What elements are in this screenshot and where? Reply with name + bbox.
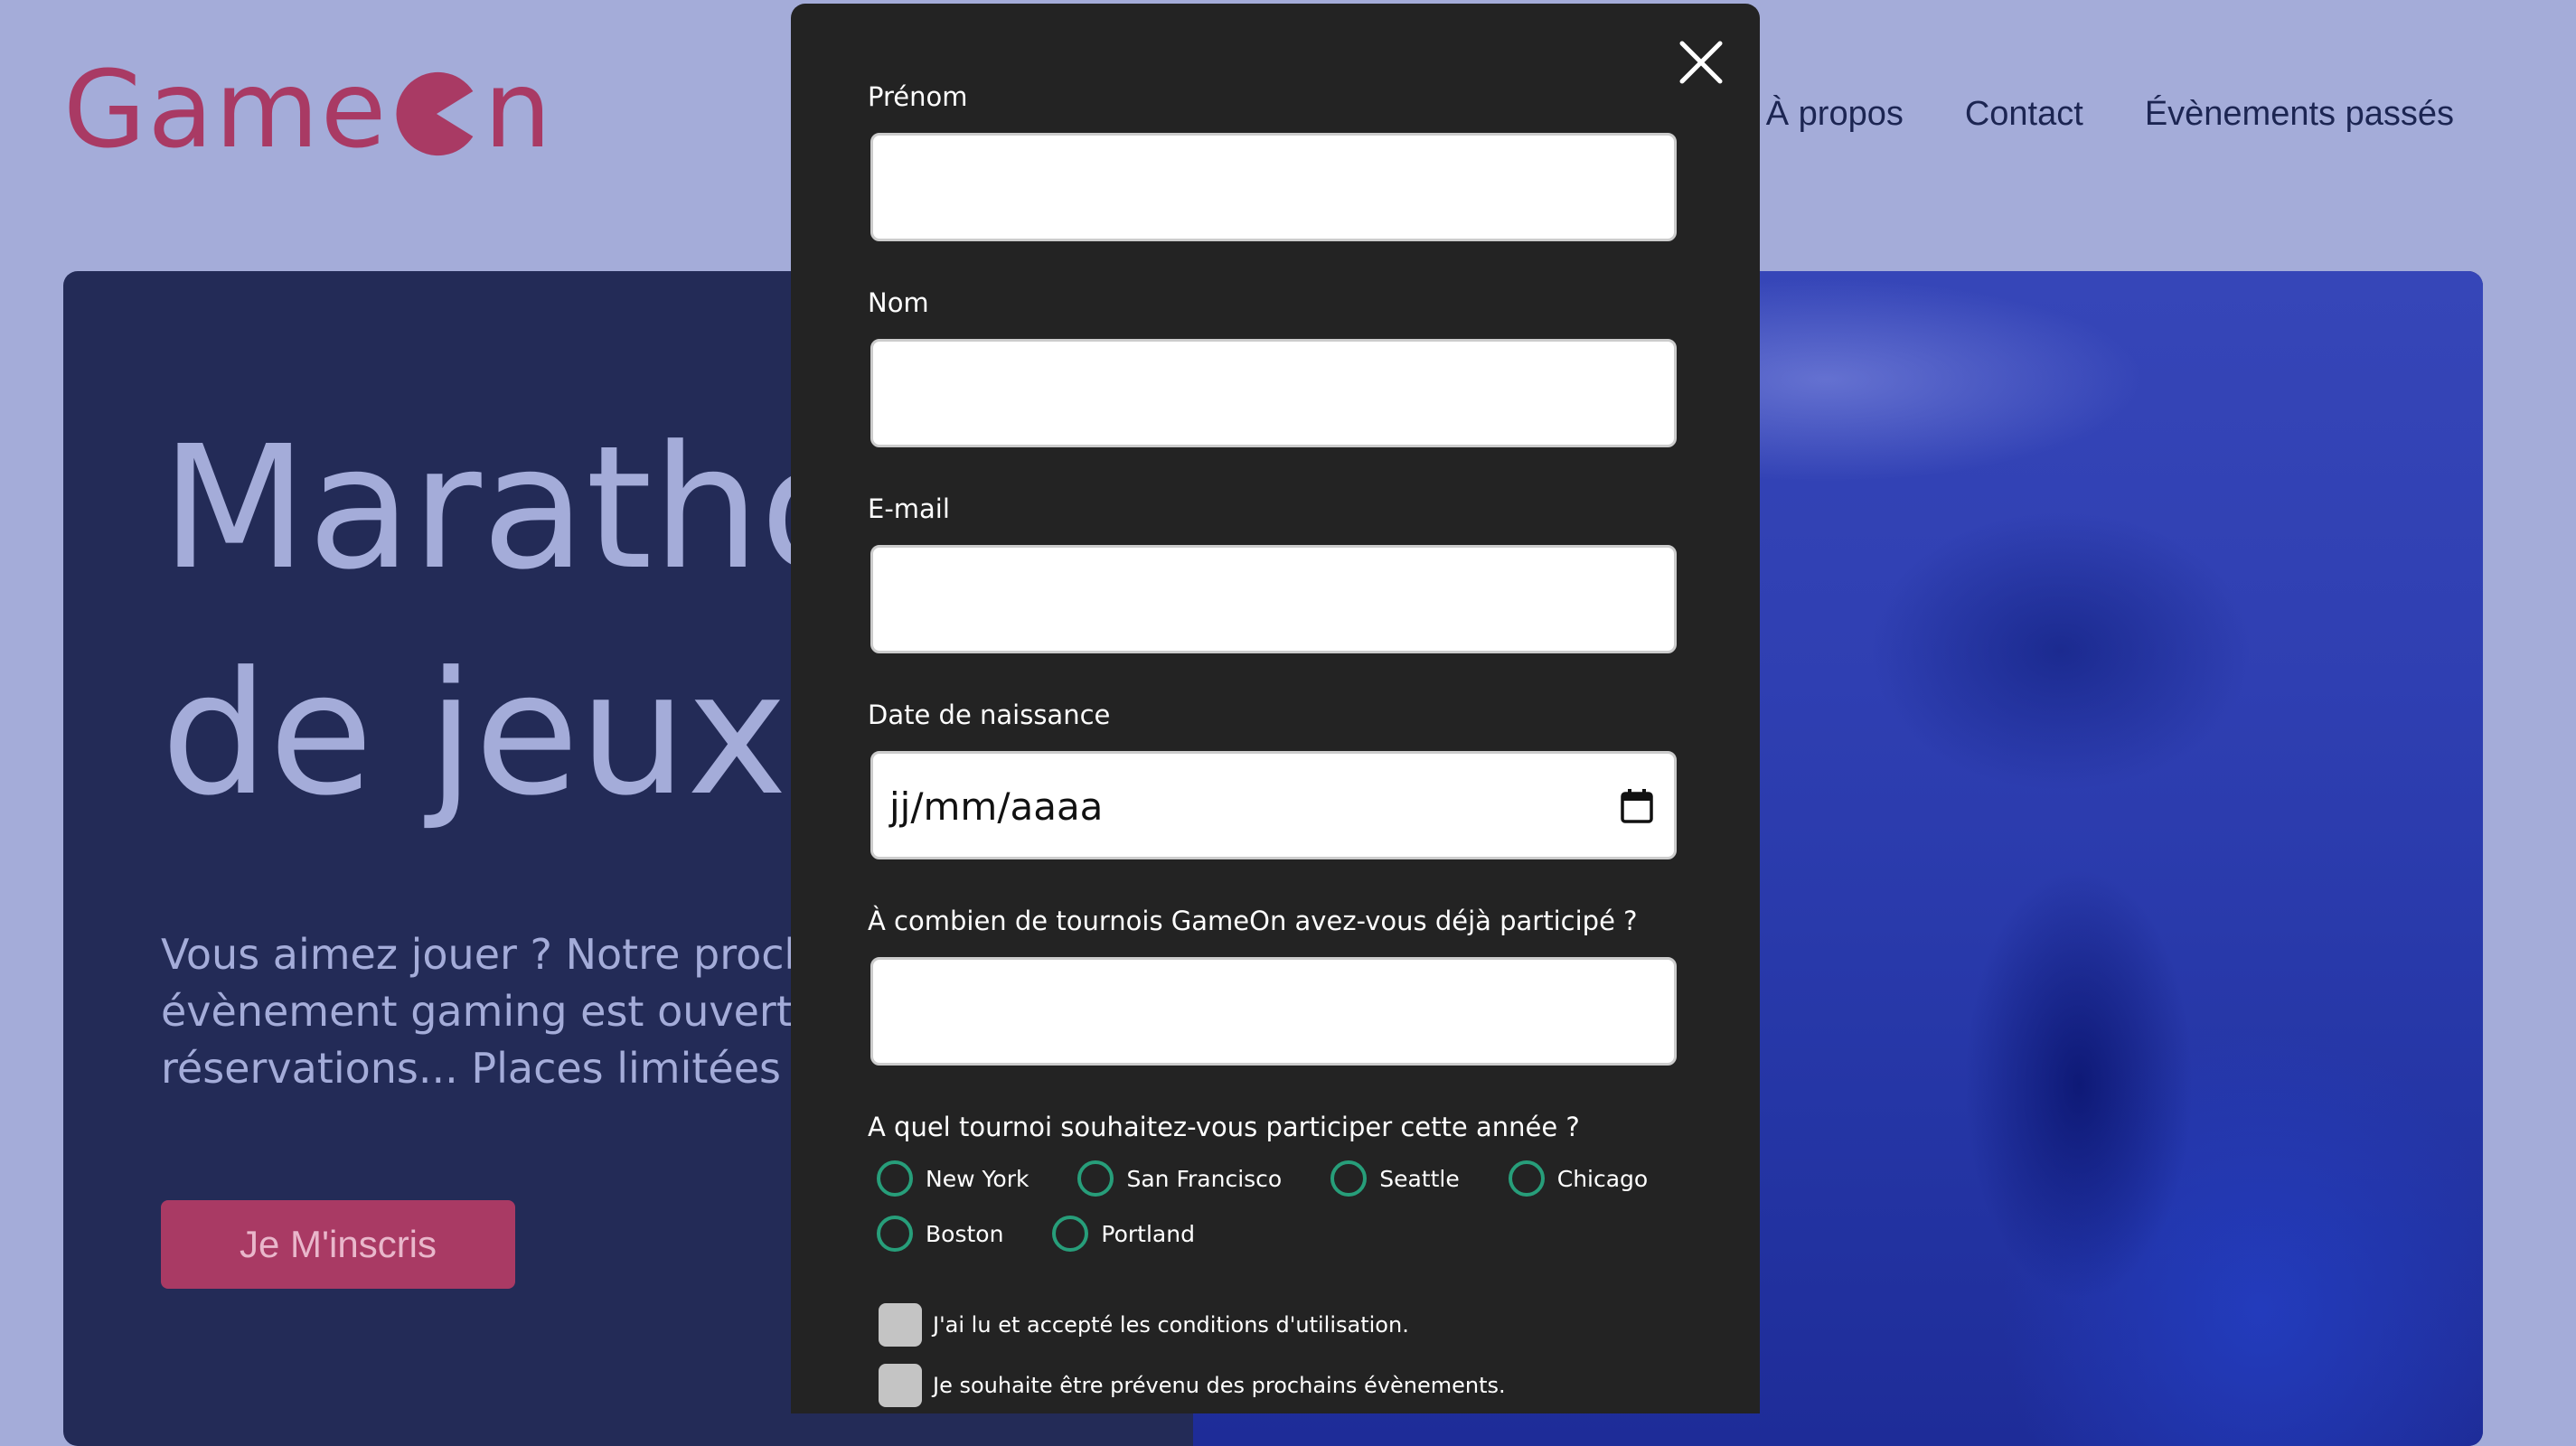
logo-text-end: n xyxy=(484,47,554,172)
newsletter-checkbox-label: Je souhaite être prévenu des prochains é… xyxy=(933,1373,1506,1398)
signup-button[interactable]: Je M'inscris xyxy=(161,1200,515,1289)
location-question: A quel tournoi souhaitez-vous participer… xyxy=(868,1112,1580,1142)
nav-link-about[interactable]: À propos xyxy=(1766,95,1904,134)
radio-portland[interactable]: Portland xyxy=(1052,1216,1195,1252)
radio-circle[interactable] xyxy=(1330,1160,1368,1197)
radio-circle[interactable] xyxy=(1077,1160,1114,1197)
radio-label: San Francisco xyxy=(1126,1165,1283,1192)
radio-san-francisco[interactable]: San Francisco xyxy=(1077,1160,1282,1197)
newsletter-checkbox-row[interactable]: Je souhaite être prévenu des prochains é… xyxy=(879,1364,1506,1407)
terms-checkbox-row[interactable]: J'ai lu et accepté les conditions d'util… xyxy=(879,1303,1409,1347)
logo-text-start: Game xyxy=(63,47,389,172)
location-radio-row: New York San Francisco Seattle Chicago xyxy=(877,1160,1648,1197)
nav-link-contact[interactable]: Contact xyxy=(1965,95,2083,134)
radio-new-york[interactable]: New York xyxy=(877,1160,1029,1197)
close-icon[interactable] xyxy=(1677,38,1725,87)
birthdate-input[interactable]: jj/mm/aaaa xyxy=(870,751,1677,859)
first-name-label: Prénom xyxy=(868,81,968,112)
tournament-count-input[interactable] xyxy=(870,957,1677,1066)
radio-label: Seattle xyxy=(1379,1165,1460,1192)
radio-label: Chicago xyxy=(1556,1165,1649,1192)
radio-circle[interactable] xyxy=(877,1160,913,1197)
radio-chicago[interactable]: Chicago xyxy=(1508,1160,1649,1197)
radio-seattle[interactable]: Seattle xyxy=(1330,1160,1460,1197)
radio-circle[interactable] xyxy=(1508,1160,1545,1197)
radio-boston[interactable]: Boston xyxy=(877,1216,1003,1252)
email-input[interactable] xyxy=(870,545,1677,653)
last-name-input[interactable] xyxy=(870,339,1677,447)
tournament-count-label: À combien de tournois GameOn avez-vous d… xyxy=(868,906,1638,936)
main-nav: À propos Contact Évènements passés xyxy=(1766,95,2454,134)
hero-title-line2: de jeux xyxy=(161,635,788,833)
birthdate-label: Date de naissance xyxy=(868,700,1111,730)
signup-modal: Prénom Nom E-mail Date de naissance jj/m… xyxy=(791,4,1760,1413)
nav-link-past-events[interactable]: Évènements passés xyxy=(2145,95,2454,134)
radio-label: Portland xyxy=(1101,1220,1195,1247)
terms-checkbox-label: J'ai lu et accepté les conditions d'util… xyxy=(933,1312,1409,1338)
radio-label: Boston xyxy=(926,1220,1004,1247)
birthdate-placeholder: jj/mm/aaaa xyxy=(889,784,1104,829)
radio-circle[interactable] xyxy=(1052,1216,1089,1252)
radio-circle[interactable] xyxy=(877,1216,913,1252)
terms-checkbox[interactable] xyxy=(879,1303,922,1347)
location-radio-row: Boston Portland xyxy=(877,1216,1195,1252)
newsletter-checkbox[interactable] xyxy=(879,1364,922,1407)
last-name-label: Nom xyxy=(868,287,929,318)
email-label: E-mail xyxy=(868,493,950,524)
radio-label: New York xyxy=(926,1165,1029,1192)
calendar-icon[interactable] xyxy=(1620,788,1654,824)
pacman-icon xyxy=(396,71,474,156)
gameon-logo[interactable]: Game n xyxy=(63,56,553,163)
first-name-input[interactable] xyxy=(870,133,1677,241)
